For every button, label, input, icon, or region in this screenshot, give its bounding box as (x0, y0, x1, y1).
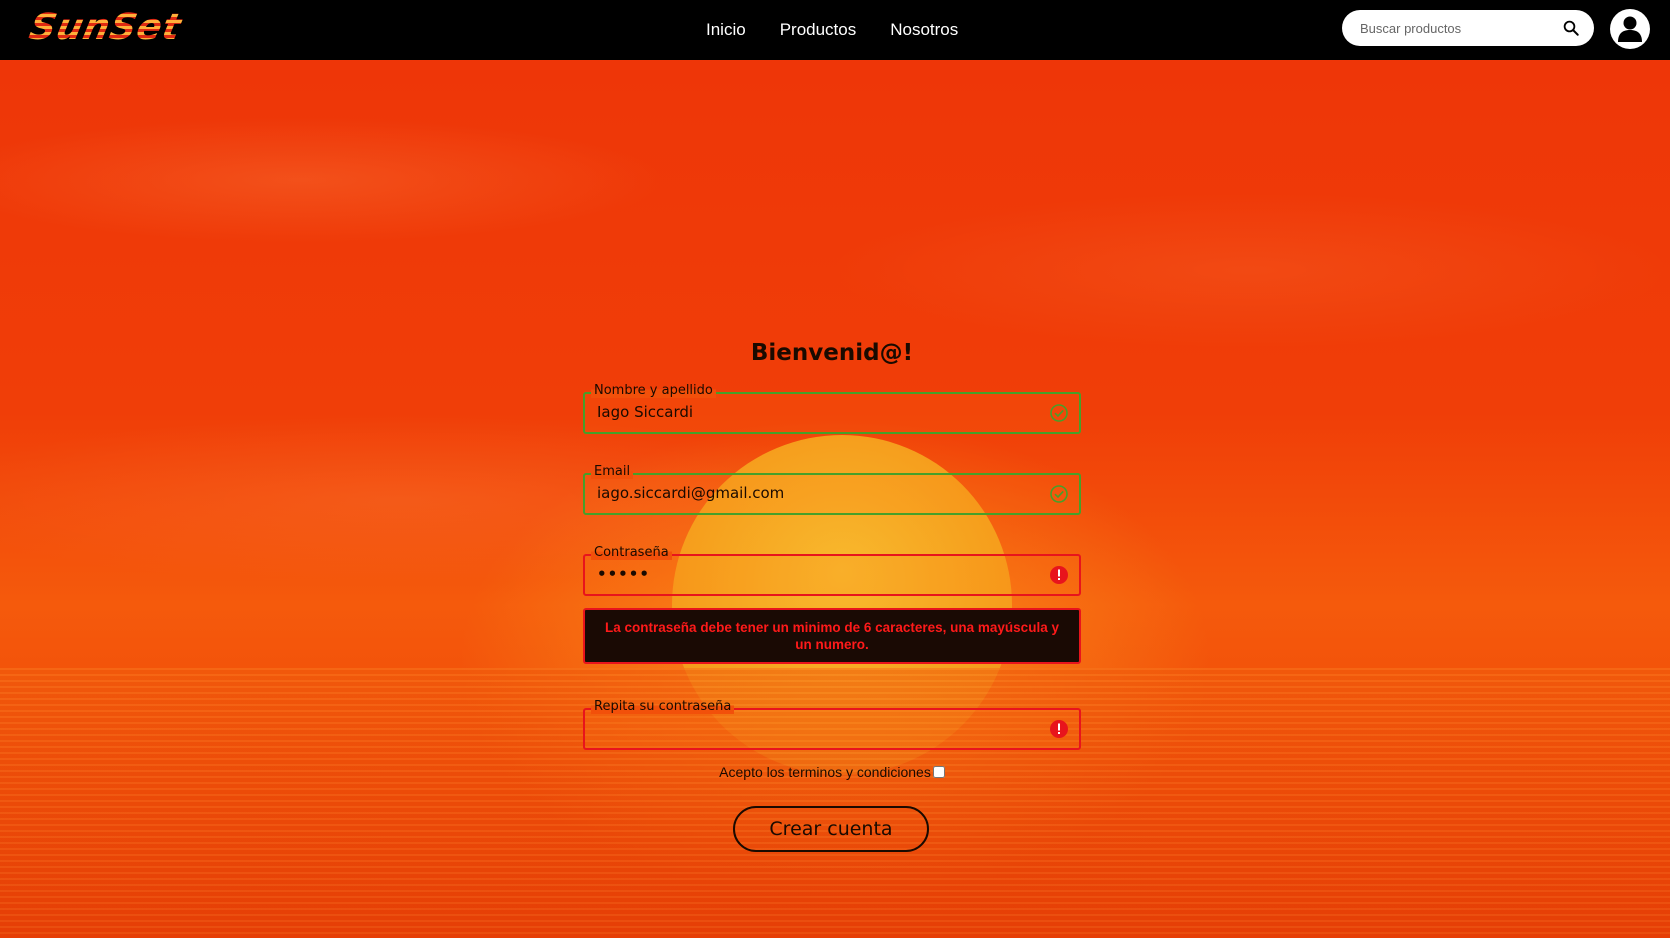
password-error-text: La contraseña debe tener un minimo de 6 … (605, 620, 1059, 652)
terms-checkbox[interactable] (932, 766, 945, 778)
sunset-logo[interactable]: SunSet (26, 7, 185, 48)
check-circle-icon (1050, 485, 1068, 503)
scrollbar[interactable] (1670, 0, 1680, 938)
search-icon[interactable] (1562, 19, 1580, 37)
password-error-message: La contraseña debe tener un minimo de 6 … (583, 608, 1081, 664)
name-field-label: Nombre y apellido (591, 383, 716, 398)
page: SunSet Inicio Productos Nosotros Bienven… (0, 0, 1670, 938)
password-input[interactable] (595, 564, 1029, 584)
error-icon (1050, 720, 1068, 738)
email-field: Email (583, 464, 1081, 515)
terms-row: Acepto los terminos y condiciones (583, 764, 1081, 780)
email-input[interactable] (595, 483, 1029, 503)
name-field: Nombre y apellido (583, 383, 1081, 434)
password-field: Contraseña (583, 545, 1081, 596)
user-icon (1618, 16, 1642, 42)
password-field-label: Contraseña (591, 545, 672, 560)
repeat-password-input[interactable] (595, 718, 1029, 738)
form-title: Bienvenid@! (750, 340, 914, 366)
repeat-password-label: Repita su contraseña (591, 699, 735, 714)
nav-link-nosotros[interactable]: Nosotros (890, 20, 958, 40)
terms-label: Acepto los terminos y condiciones (719, 764, 931, 780)
nav-link-productos[interactable]: Productos (780, 20, 857, 40)
navbar: SunSet Inicio Productos Nosotros (0, 0, 1670, 60)
repeat-password-field: Repita su contraseña (583, 699, 1081, 750)
nav-links: Inicio Productos Nosotros (706, 0, 958, 60)
user-account-button[interactable] (1610, 9, 1650, 49)
check-circle-icon (1050, 404, 1068, 422)
nav-link-inicio[interactable]: Inicio (706, 20, 746, 40)
search-box (1342, 10, 1594, 46)
email-field-label: Email (591, 464, 634, 479)
search-input[interactable] (1358, 19, 1552, 37)
create-account-button[interactable]: Crear cuenta (733, 806, 929, 852)
error-icon (1050, 566, 1068, 584)
name-input[interactable] (595, 402, 1029, 422)
